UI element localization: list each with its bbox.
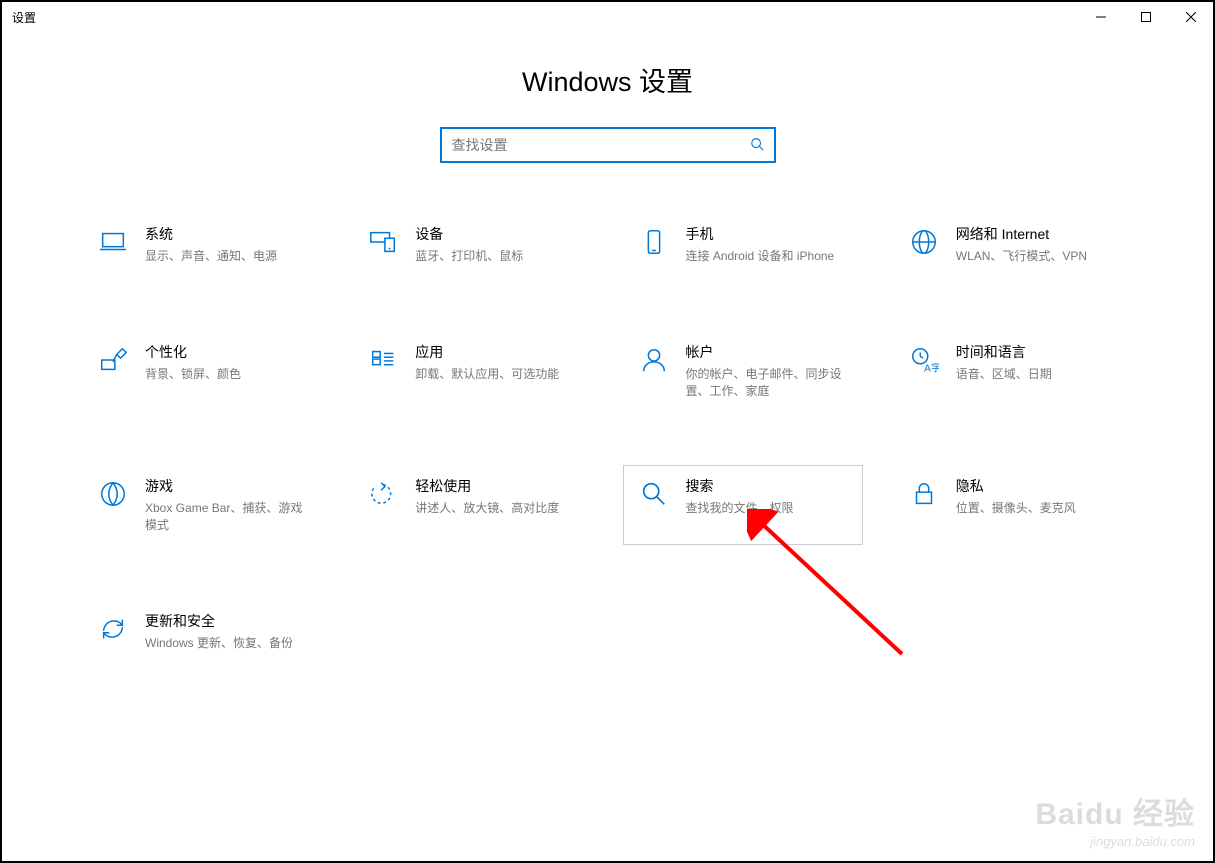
tile-desc: Windows 更新、恢复、备份 xyxy=(145,635,309,652)
tile-gaming[interactable]: 游戏 Xbox Game Bar、捕获、游戏模式 xyxy=(82,465,322,545)
tile-title: 个性化 xyxy=(145,342,309,362)
tile-desc: 讲述人、放大镜、高对比度 xyxy=(415,500,579,517)
tile-desc: 显示、声音、通知、电源 xyxy=(145,248,309,265)
search-icon xyxy=(750,137,764,154)
tile-desc: 你的帐户、电子邮件、同步设置、工作、家庭 xyxy=(686,366,850,400)
tile-title: 应用 xyxy=(415,342,579,362)
pencil-icon xyxy=(95,342,131,378)
search-box[interactable] xyxy=(440,127,776,163)
tile-title: 帐户 xyxy=(686,342,850,362)
tile-ease-of-access[interactable]: 轻松使用 讲述人、放大镜、高对比度 xyxy=(352,465,592,545)
tile-title: 系统 xyxy=(145,224,309,244)
tile-title: 游戏 xyxy=(145,476,309,496)
close-button[interactable] xyxy=(1168,2,1213,32)
update-icon xyxy=(95,611,131,647)
tile-desc: Xbox Game Bar、捕获、游戏模式 xyxy=(145,500,309,534)
lock-icon xyxy=(906,476,942,512)
tile-accounts[interactable]: 帐户 你的帐户、电子邮件、同步设置、工作、家庭 xyxy=(623,331,863,411)
tile-title: 手机 xyxy=(686,224,850,244)
watermark-url: jingyan.baidu.com xyxy=(1035,834,1195,851)
tile-title: 时间和语言 xyxy=(956,342,1120,362)
page-heading: Windows 设置 xyxy=(2,60,1213,99)
tile-desc: 连接 Android 设备和 iPhone xyxy=(686,248,850,265)
tile-desc: 蓝牙、打印机、鼠标 xyxy=(415,248,579,265)
tile-network[interactable]: 网络和 Internet WLAN、飞行模式、VPN xyxy=(893,213,1133,276)
tile-desc: 查找我的文件、权限 xyxy=(686,500,850,517)
tile-desc: 语音、区域、日期 xyxy=(956,366,1120,383)
watermark: Baidu 经验 jingyan.baidu.com xyxy=(1035,795,1195,851)
tile-devices[interactable]: 设备 蓝牙、打印机、鼠标 xyxy=(352,213,592,276)
tile-title: 轻松使用 xyxy=(415,476,579,496)
tile-apps[interactable]: 应用 卸载、默认应用、可选功能 xyxy=(352,331,592,411)
tile-title: 设备 xyxy=(415,224,579,244)
tile-search[interactable]: 搜索 查找我的文件、权限 xyxy=(623,465,863,545)
laptop-icon xyxy=(95,224,131,260)
search-tile-icon xyxy=(636,476,672,512)
watermark-brand: Baidu 经验 xyxy=(1035,795,1195,834)
window-controls xyxy=(1078,2,1213,32)
time-language-icon: A字 xyxy=(906,342,942,378)
tile-title: 网络和 Internet xyxy=(956,224,1120,244)
gaming-icon xyxy=(95,476,131,512)
person-icon xyxy=(636,342,672,378)
tile-desc: 卸载、默认应用、可选功能 xyxy=(415,366,579,383)
tile-system[interactable]: 系统 显示、声音、通知、电源 xyxy=(82,213,322,276)
phone-icon xyxy=(636,224,672,260)
tile-desc: WLAN、飞行模式、VPN xyxy=(956,248,1120,265)
apps-icon xyxy=(365,342,401,378)
search-input[interactable] xyxy=(452,137,750,153)
devices-icon xyxy=(365,224,401,260)
tile-personalization[interactable]: 个性化 背景、锁屏、颜色 xyxy=(82,331,322,411)
window-title: 设置 xyxy=(12,9,36,26)
ease-icon xyxy=(365,476,401,512)
titlebar: 设置 xyxy=(2,2,1213,32)
tile-update-security[interactable]: 更新和安全 Windows 更新、恢复、备份 xyxy=(82,600,322,663)
tile-phone[interactable]: 手机 连接 Android 设备和 iPhone xyxy=(623,213,863,276)
maximize-button[interactable] xyxy=(1123,2,1168,32)
tile-time-language[interactable]: A字 时间和语言 语音、区域、日期 xyxy=(893,331,1133,411)
tile-privacy[interactable]: 隐私 位置、摄像头、麦克风 xyxy=(893,465,1133,545)
tile-desc: 背景、锁屏、颜色 xyxy=(145,366,309,383)
tile-title: 更新和安全 xyxy=(145,611,309,631)
tile-desc: 位置、摄像头、麦克风 xyxy=(956,500,1120,517)
svg-text:A字: A字 xyxy=(924,361,939,374)
tile-title: 隐私 xyxy=(956,476,1120,496)
minimize-button[interactable] xyxy=(1078,2,1123,32)
globe-icon xyxy=(906,224,942,260)
tile-title: 搜索 xyxy=(686,476,850,496)
